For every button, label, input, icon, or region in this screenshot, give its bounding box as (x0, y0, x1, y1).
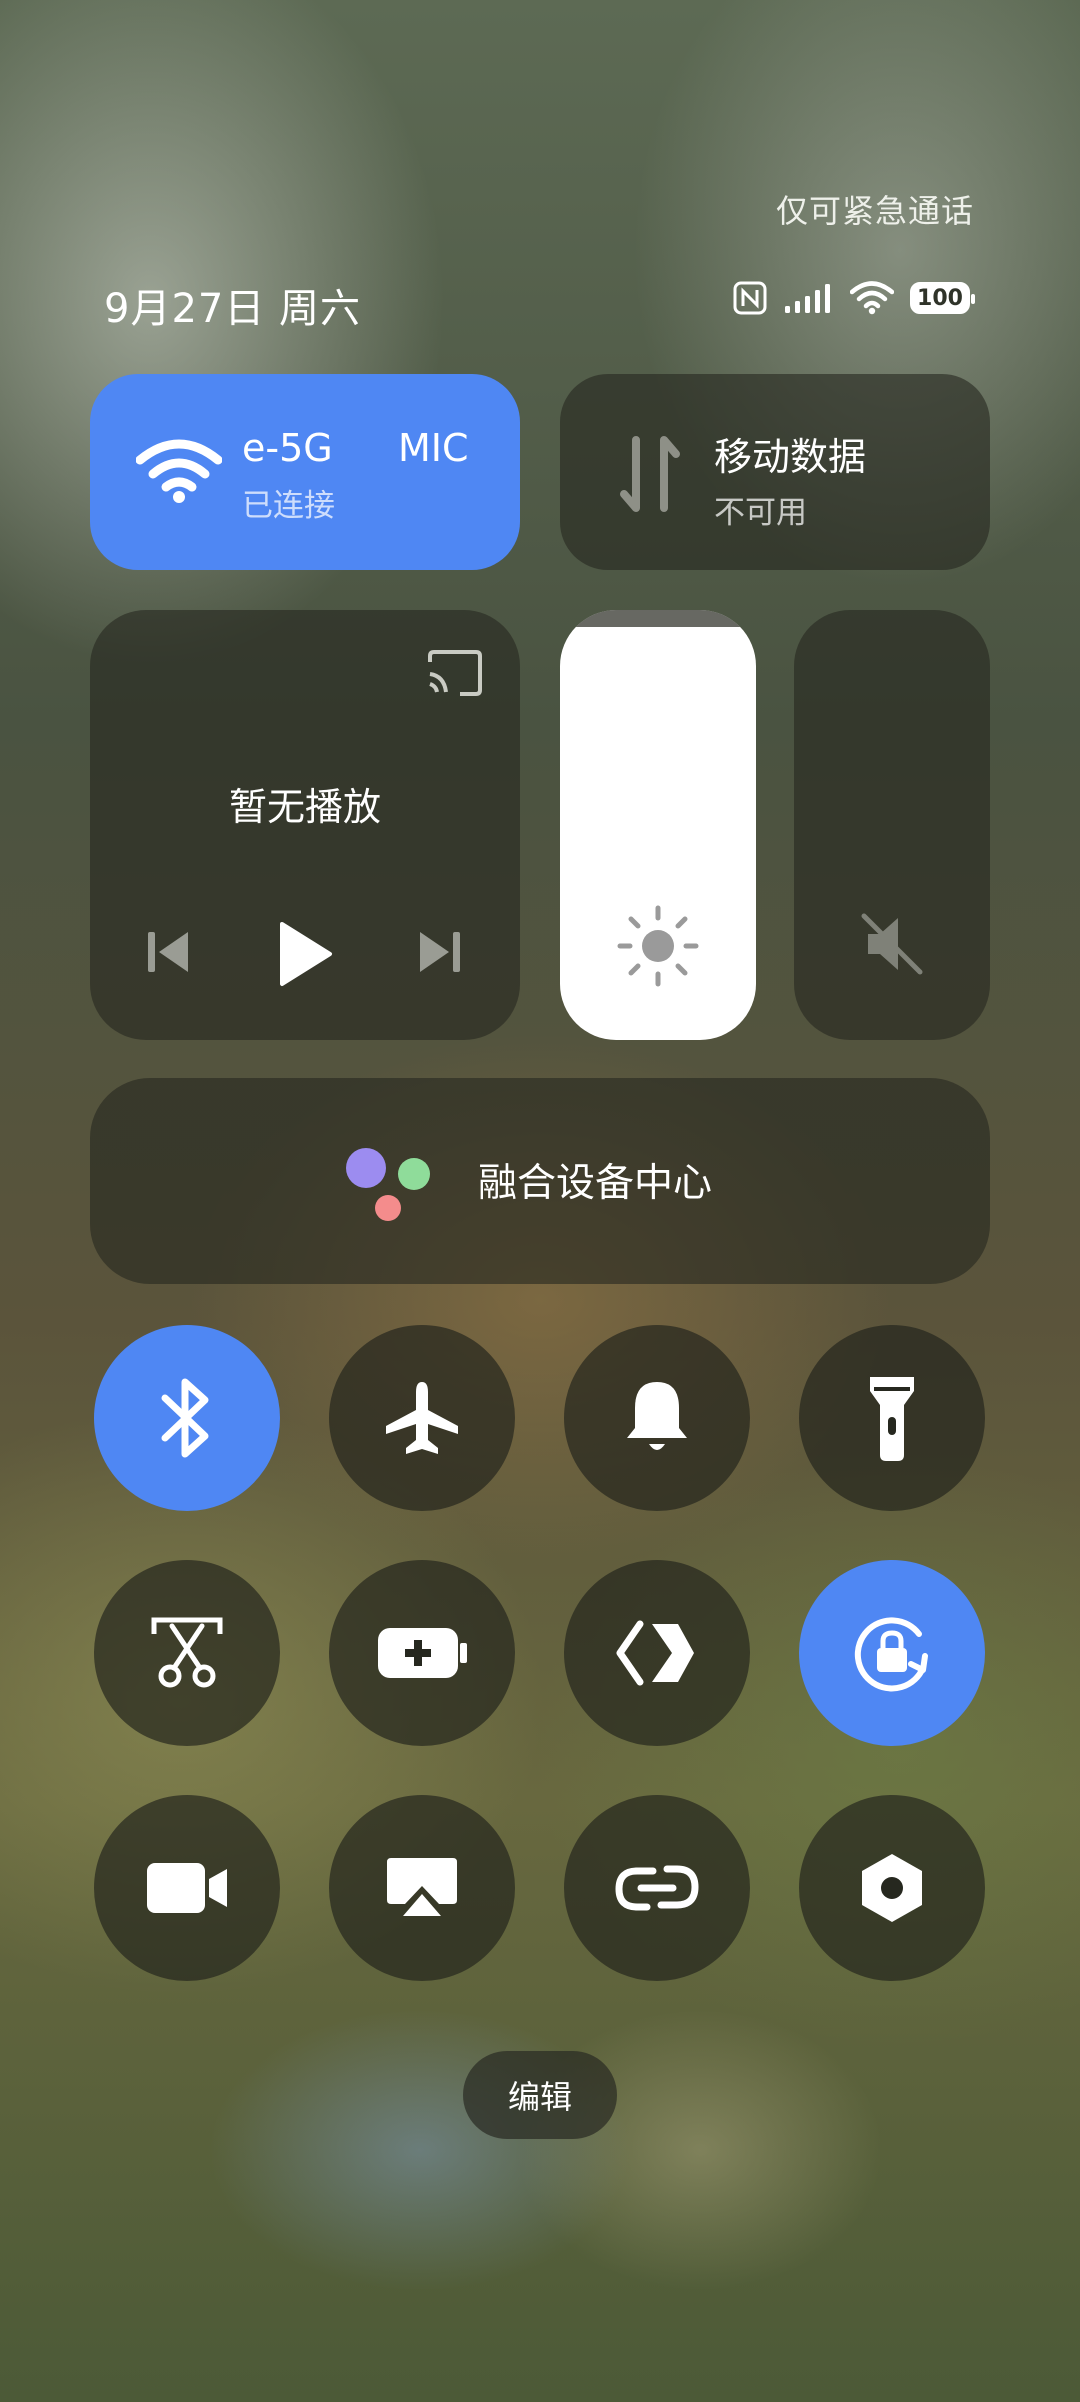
bell-icon (627, 1382, 687, 1450)
battery-plus-icon (378, 1628, 467, 1678)
next-icon[interactable] (416, 928, 462, 976)
device-center-icon (346, 1148, 430, 1221)
sun-icon (617, 905, 699, 987)
wifi-ssid-right: MIC (398, 426, 469, 470)
link-toggle[interactable] (564, 1795, 750, 1981)
device-center-tile[interactable]: 融合设备中心 (90, 1078, 990, 1284)
wifi-status: 已连接 (242, 488, 335, 524)
signal-icon (785, 284, 830, 313)
settings-toggle[interactable] (799, 1795, 985, 1981)
code-icon (616, 1620, 694, 1686)
battery-level: 100 (917, 285, 963, 311)
hexagon-icon (862, 1854, 922, 1922)
volume-slider[interactable] (794, 610, 990, 1040)
video-camera-icon (147, 1863, 227, 1913)
wifi-tile[interactable]: e-5G MIC 已连接 (90, 374, 520, 570)
cast-icon[interactable] (426, 648, 484, 698)
battery-saver-toggle[interactable] (329, 1560, 515, 1746)
ring-mode-toggle[interactable] (564, 1325, 750, 1511)
brightness-empty-track (560, 610, 756, 628)
media-status: 暂无播放 (228, 785, 381, 829)
nfc-icon (733, 281, 767, 315)
airplay-icon (387, 1858, 457, 1916)
status-icons: 100 (732, 276, 975, 320)
airplane-icon (386, 1382, 458, 1454)
battery-icon: 100 (910, 282, 975, 314)
screen-record-toggle[interactable] (94, 1795, 280, 1981)
flashlight-toggle[interactable] (799, 1325, 985, 1511)
rotation-lock-icon (854, 1617, 928, 1692)
wifi-icon (136, 439, 222, 503)
mobile-data-title: 移动数据 (714, 435, 867, 479)
edit-button[interactable]: 编辑 (463, 2051, 617, 2139)
media-player-tile[interactable]: 暂无播放 (90, 610, 520, 1040)
airplane-mode-toggle[interactable] (329, 1325, 515, 1511)
mobile-data-status: 不可用 (714, 495, 807, 531)
scissors-icon (151, 1617, 223, 1688)
device-center-label: 融合设备中心 (478, 1161, 713, 1206)
previous-icon[interactable] (146, 928, 192, 976)
date-text: 9月27日 周六 (104, 286, 362, 332)
emergency-calls-only-text: 仅可紧急通话 (775, 192, 974, 230)
link-icon (615, 1865, 699, 1911)
screen-cast-toggle[interactable] (329, 1795, 515, 1981)
bluetooth-icon (161, 1378, 209, 1458)
wifi-ssid-left: e-5G (242, 426, 333, 470)
rotation-lock-toggle[interactable] (799, 1560, 985, 1746)
mobile-data-tile[interactable]: 移动数据 不可用 (560, 374, 990, 570)
play-icon[interactable] (276, 920, 334, 988)
wifi-icon (850, 281, 894, 315)
data-transfer-icon (620, 436, 680, 512)
screenshot-toggle[interactable] (94, 1560, 280, 1746)
flashlight-icon (870, 1377, 914, 1461)
brightness-slider[interactable] (560, 610, 756, 1040)
code-toggle[interactable] (564, 1560, 750, 1746)
bluetooth-toggle[interactable] (94, 1325, 280, 1511)
mute-icon (861, 913, 923, 975)
